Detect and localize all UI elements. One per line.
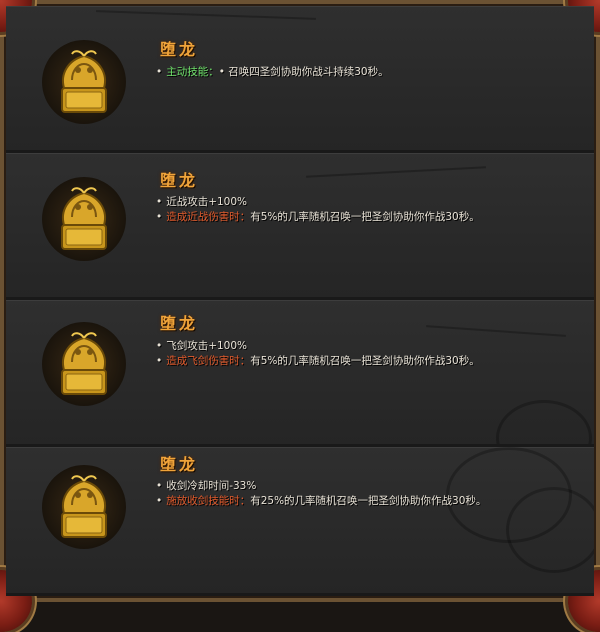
- item-effect-line: •主动技能：• 召唤四圣剑协助你战斗持续30秒。: [156, 64, 389, 79]
- item-title: 堕龙: [160, 451, 198, 475]
- effect-text: 飞剑攻击+100%: [166, 340, 247, 352]
- item-title: 堕龙: [160, 167, 198, 191]
- golden-dragon-seal-icon: [50, 469, 118, 545]
- item-effect-line: •造成近战伤害时：有5%的几率随机召唤一把圣剑协助你作战30秒。: [156, 209, 480, 224]
- item-icon-frame: [42, 322, 126, 406]
- effect-text: 有5%的几率随机召唤一把圣剑协助你作战30秒。: [250, 211, 480, 223]
- item-title: 堕龙: [160, 36, 198, 60]
- golden-dragon-seal-icon: [50, 181, 118, 257]
- effect-label: 施放收剑技能时：: [166, 495, 250, 507]
- effect-text: 收剑冷却时间-33%: [166, 480, 256, 492]
- effect-text: 有5%的几率随机召唤一把圣剑协助你作战30秒。: [250, 355, 480, 367]
- effect-text: 有25%的几率随机召唤一把圣剑协助你作战30秒。: [250, 495, 486, 507]
- item-title: 堕龙: [160, 310, 198, 334]
- item-icon-frame: [42, 40, 126, 124]
- effect-label: 造成近战伤害时：: [166, 211, 250, 223]
- item-effect-line: •施放收剑技能时：有25%的几率随机召唤一把圣剑协助你作战30秒。: [156, 493, 486, 508]
- golden-dragon-seal-icon: [50, 44, 118, 120]
- item-effect-line: •近战攻击+100%: [156, 194, 247, 209]
- item-effect-line: •飞剑攻击+100%: [156, 338, 247, 353]
- cloud-ornament: [506, 487, 594, 573]
- item-effect-line: •收剑冷却时间-33%: [156, 478, 256, 493]
- effect-label: 造成飞剑伤害时：: [166, 355, 250, 367]
- effect-text: • 召唤四圣剑协助你战斗持续30秒。: [219, 66, 389, 78]
- item-panel: 堕龙 •近战攻击+100% •造成近战伤害时：有5%的几率随机召唤一把圣剑协助你…: [6, 153, 594, 300]
- golden-dragon-seal-icon: [50, 326, 118, 402]
- effect-text: 近战攻击+100%: [166, 196, 247, 208]
- effect-label: 主动技能：: [166, 66, 219, 78]
- item-effect-line: •造成飞剑伤害时：有5%的几率随机召唤一把圣剑协助你作战30秒。: [156, 353, 480, 368]
- cloud-ornament: [496, 400, 592, 447]
- item-icon-frame: [42, 465, 126, 549]
- item-panel: 堕龙 •收剑冷却时间-33% •施放收剑技能时：有25%的几率随机召唤一把圣剑协…: [6, 447, 594, 596]
- item-panel: 堕龙 •主动技能：• 召唤四圣剑协助你战斗持续30秒。: [6, 6, 594, 153]
- item-panel: 堕龙 •飞剑攻击+100% •造成飞剑伤害时：有5%的几率随机召唤一把圣剑协助你…: [6, 300, 594, 447]
- item-icon-frame: [42, 177, 126, 261]
